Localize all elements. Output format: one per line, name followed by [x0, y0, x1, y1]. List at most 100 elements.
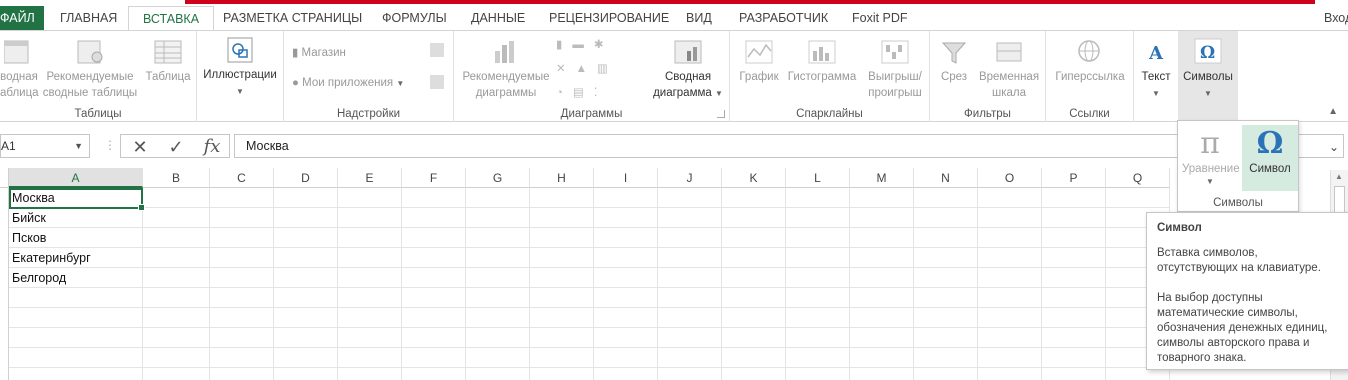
cell[interactable] [338, 368, 402, 380]
cell[interactable] [338, 268, 402, 288]
cell[interactable] [530, 228, 594, 248]
cell[interactable] [402, 268, 466, 288]
cell[interactable] [786, 328, 850, 348]
cell[interactable] [914, 228, 978, 248]
cell[interactable] [786, 368, 850, 380]
cell[interactable] [594, 328, 658, 348]
cell[interactable] [722, 248, 786, 268]
cell[interactable] [978, 328, 1042, 348]
cell[interactable] [274, 288, 338, 308]
recommended-pivot-button[interactable]: Рекомендуемые сводные таблицы [42, 37, 138, 101]
cell[interactable] [530, 248, 594, 268]
cell[interactable] [466, 248, 530, 268]
text-button[interactable]: A Текст ▼ [1136, 37, 1176, 102]
cell[interactable] [978, 188, 1042, 208]
column-header-q[interactable]: Q [1106, 168, 1170, 188]
formula-bar-separator-icon[interactable]: ⋮ [104, 138, 116, 152]
cell[interactable] [143, 368, 210, 380]
cell[interactable] [210, 248, 274, 268]
cell[interactable]: Екатеринбург [9, 248, 143, 268]
store-button[interactable]: ▮ Магазин [292, 45, 346, 59]
cell[interactable] [530, 208, 594, 228]
tab-data[interactable]: ДАННЫЕ [457, 6, 539, 31]
cell[interactable]: Псков [9, 228, 143, 248]
cell[interactable] [338, 188, 402, 208]
tab-view[interactable]: ВИД [672, 6, 726, 31]
people-graph-icon[interactable] [430, 75, 444, 89]
bing-maps-icon[interactable] [430, 43, 444, 57]
cell[interactable] [786, 208, 850, 228]
cell[interactable] [9, 368, 143, 380]
column-header-b[interactable]: B [143, 168, 210, 188]
cell[interactable] [786, 288, 850, 308]
tab-page-layout[interactable]: РАЗМЕТКА СТРАНИЦЫ [209, 6, 376, 31]
cell[interactable] [530, 308, 594, 328]
cell[interactable] [210, 188, 274, 208]
cell[interactable] [530, 188, 594, 208]
cell[interactable] [143, 288, 210, 308]
cell[interactable] [978, 308, 1042, 328]
cell[interactable] [722, 328, 786, 348]
cell[interactable] [850, 268, 914, 288]
cell[interactable] [914, 208, 978, 228]
tab-home[interactable]: ГЛАВНАЯ [46, 6, 131, 31]
cell[interactable] [274, 348, 338, 368]
cell[interactable] [466, 268, 530, 288]
cell[interactable] [1042, 348, 1106, 368]
slicer-button[interactable]: Срез [936, 37, 972, 85]
cell[interactable] [210, 328, 274, 348]
cell[interactable] [143, 308, 210, 328]
cell[interactable] [1042, 368, 1106, 380]
column-header-d[interactable]: D [274, 168, 338, 188]
worksheet-grid[interactable]: ABCDEFGHIJKLMNOPQ Москва Бийск Псков Екатер… [0, 168, 1330, 380]
cell[interactable] [594, 288, 658, 308]
cell[interactable] [1106, 188, 1170, 208]
cell[interactable] [9, 308, 143, 328]
cell[interactable] [658, 348, 722, 368]
cell[interactable] [143, 228, 210, 248]
cell[interactable] [594, 308, 658, 328]
cell[interactable] [143, 248, 210, 268]
cell[interactable] [466, 308, 530, 328]
cell[interactable] [1042, 208, 1106, 228]
cell[interactable] [274, 328, 338, 348]
cell[interactable] [658, 268, 722, 288]
table-button[interactable]: Таблица [142, 37, 194, 85]
tab-insert[interactable]: ВСТАВКА [128, 6, 215, 32]
cell[interactable] [466, 188, 530, 208]
cell[interactable] [978, 268, 1042, 288]
cell[interactable] [1042, 288, 1106, 308]
cell[interactable] [594, 268, 658, 288]
cell[interactable] [658, 228, 722, 248]
row-headers[interactable] [0, 188, 9, 380]
cell[interactable] [850, 208, 914, 228]
cell[interactable] [530, 328, 594, 348]
column-header-i[interactable]: I [594, 168, 658, 188]
sparkline-line-button[interactable]: График [736, 37, 782, 85]
cell[interactable] [466, 228, 530, 248]
cell[interactable] [530, 268, 594, 288]
cell[interactable] [143, 188, 210, 208]
cell[interactable] [402, 368, 466, 380]
cell[interactable] [594, 228, 658, 248]
cell[interactable] [914, 368, 978, 380]
cell[interactable] [274, 268, 338, 288]
cell[interactable] [722, 228, 786, 248]
cell[interactable] [722, 268, 786, 288]
cell[interactable] [338, 228, 402, 248]
cell[interactable] [594, 188, 658, 208]
cell[interactable] [466, 368, 530, 380]
column-header-j[interactable]: J [658, 168, 722, 188]
cell[interactable] [274, 308, 338, 328]
equation-button[interactable]: π Уравнение ▼ [1182, 125, 1240, 191]
cell[interactable] [338, 308, 402, 328]
cell[interactable] [658, 208, 722, 228]
cell[interactable] [914, 328, 978, 348]
cell[interactable] [850, 348, 914, 368]
cell[interactable] [594, 248, 658, 268]
cell[interactable] [530, 368, 594, 380]
name-box[interactable]: A1 ▼ [0, 134, 90, 158]
cell[interactable] [914, 188, 978, 208]
cell[interactable] [978, 348, 1042, 368]
cell[interactable] [402, 328, 466, 348]
